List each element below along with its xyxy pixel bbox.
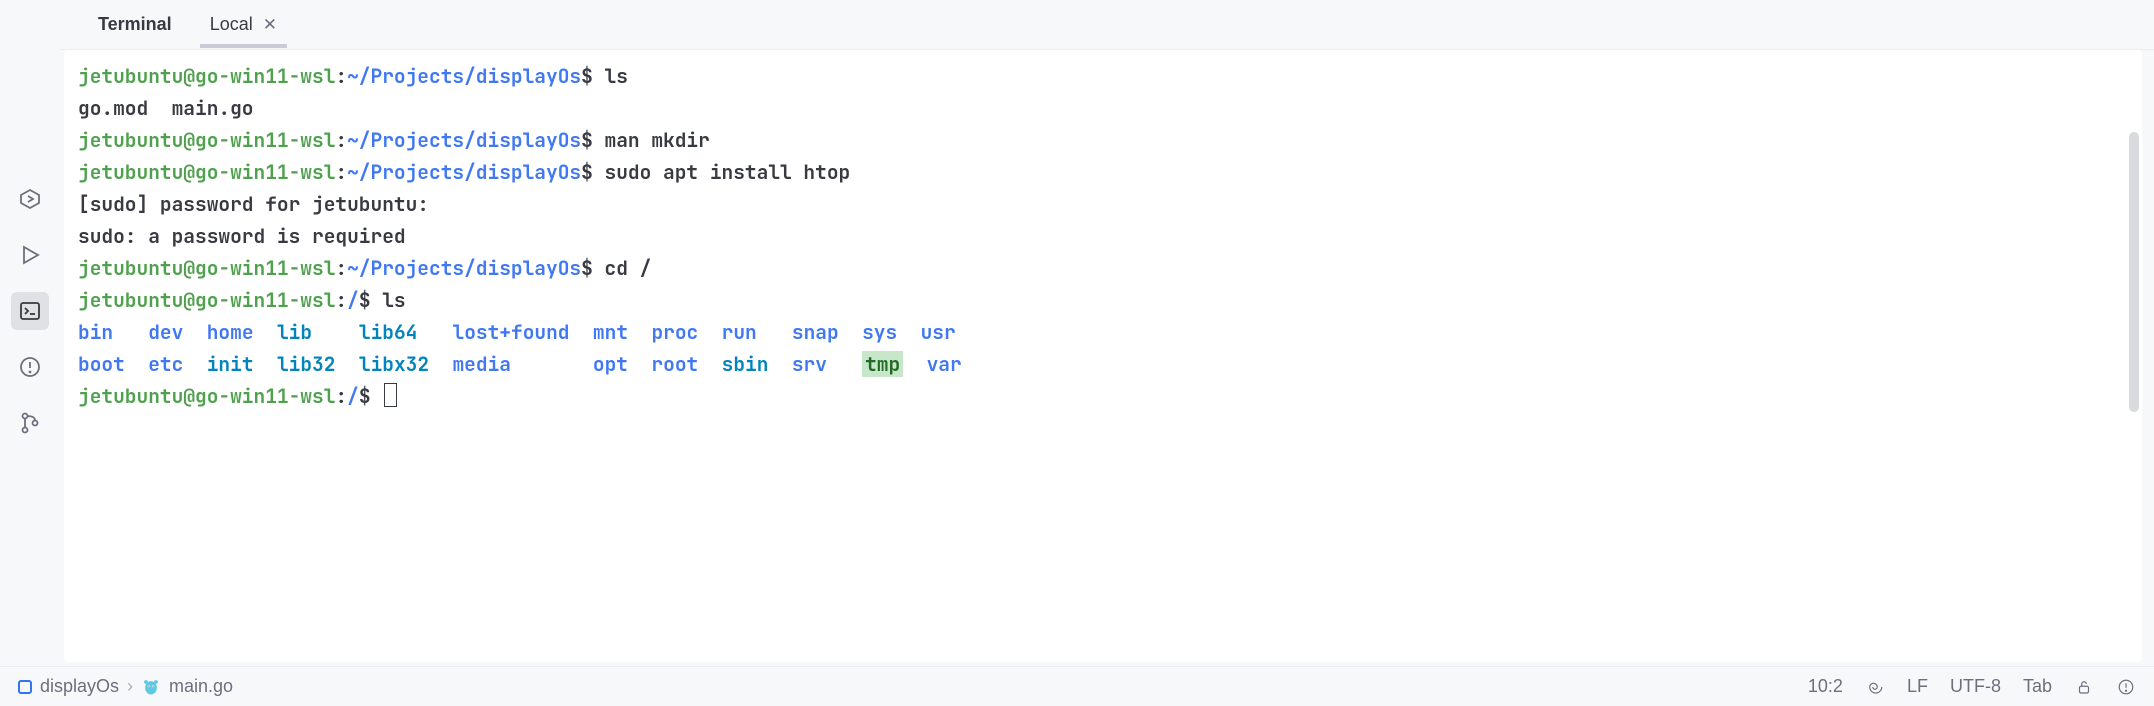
terminal-line: jetubuntu@go-win11-wsl:~/Projects/displa…: [78, 124, 2128, 156]
terminal-line: go.mod main.go: [78, 92, 2128, 124]
lock-icon[interactable]: [2074, 677, 2094, 697]
breadcrumb-project[interactable]: displayOs: [40, 676, 119, 697]
terminal-line: jetubuntu@go-win11-wsl:/$: [78, 380, 2128, 412]
status-bar: displayOs › main.go 10:2 LF UTF-8 Tab: [0, 666, 2154, 706]
chevron-right-icon: ›: [127, 676, 133, 697]
terminal-output[interactable]: jetubuntu@go-win11-wsl:~/Projects/displa…: [64, 50, 2142, 662]
tab-label: Local: [210, 14, 253, 35]
tab-terminal[interactable]: Terminal: [80, 2, 190, 47]
terminal-line: jetubuntu@go-win11-wsl:~/Projects/displa…: [78, 60, 2128, 92]
cursor-position[interactable]: 10:2: [1808, 676, 1843, 697]
go-file-icon: [141, 677, 161, 697]
tab-label: Terminal: [98, 14, 172, 35]
terminal-line: jetubuntu@go-win11-wsl:/$ ls: [78, 284, 2128, 316]
tab-local[interactable]: Local ✕: [192, 2, 295, 47]
terminal-line: jetubuntu@go-win11-wsl:~/Projects/displa…: [78, 252, 2128, 284]
indent-setting[interactable]: Tab: [2023, 676, 2052, 697]
warning-icon[interactable]: [2116, 677, 2136, 697]
services-button[interactable]: [11, 180, 49, 218]
terminal-tabs: Terminal Local ✕: [60, 0, 2154, 50]
vcs-button[interactable]: [11, 404, 49, 442]
terminal-line: boot etc init lib32 libx32 media opt roo…: [78, 348, 2128, 380]
breadcrumb-file[interactable]: main.go: [169, 676, 233, 697]
terminal-line: sudo: a password is required: [78, 220, 2128, 252]
file-encoding[interactable]: UTF-8: [1950, 676, 2001, 697]
close-icon[interactable]: ✕: [263, 16, 277, 33]
spiral-icon[interactable]: [1865, 677, 1885, 697]
cursor: [384, 383, 397, 407]
run-button[interactable]: [11, 236, 49, 274]
terminal-button[interactable]: [11, 292, 49, 330]
problems-button[interactable]: [11, 348, 49, 386]
terminal-line: jetubuntu@go-win11-wsl:~/Projects/displa…: [78, 156, 2128, 188]
terminal-line: [sudo] password for jetubuntu:: [78, 188, 2128, 220]
line-separator[interactable]: LF: [1907, 676, 1928, 697]
scrollbar-thumb[interactable]: [2129, 132, 2139, 412]
tool-sidebar: [0, 0, 60, 666]
project-icon: [18, 680, 32, 694]
terminal-line: bin dev home lib lib64 lost+found mnt pr…: [78, 316, 2128, 348]
